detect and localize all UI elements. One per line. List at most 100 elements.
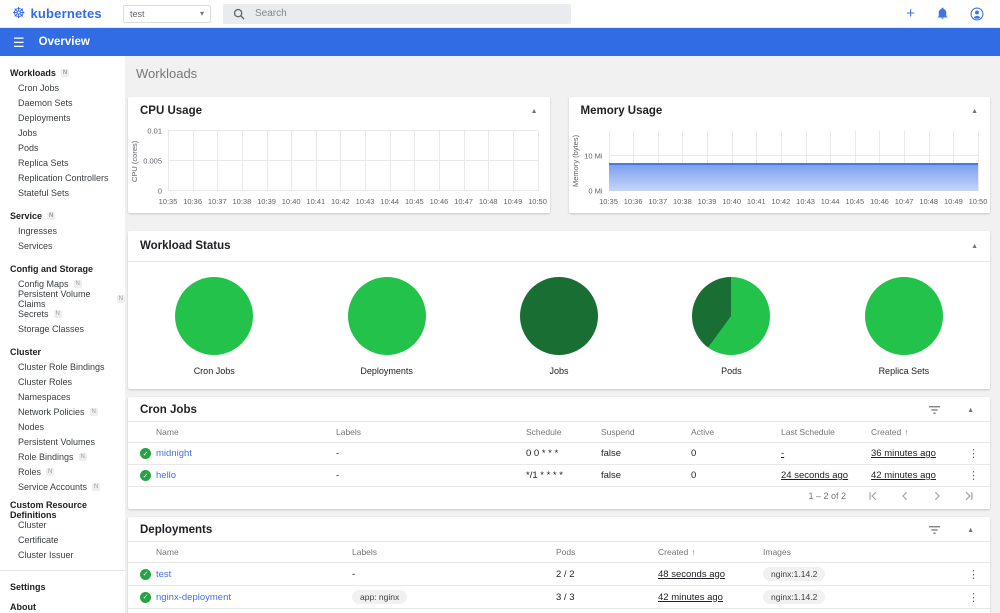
- sidebar-item-label: Cluster: [18, 519, 47, 530]
- x-tick-label: 10:36: [623, 197, 643, 206]
- namespaced-badge: N: [78, 452, 87, 461]
- sidebar-item-label: Network Policies: [18, 406, 85, 417]
- kubernetes-logo[interactable]: ☸ kubernetes: [12, 6, 123, 21]
- hamburger-menu-icon[interactable]: ☰: [13, 36, 25, 49]
- search-input[interactable]: [255, 8, 561, 19]
- x-tick-label: 10:39: [697, 197, 717, 206]
- namespaced-badge: N: [116, 294, 125, 303]
- sidebar-item-stateful-sets[interactable]: Stateful Sets: [0, 185, 125, 200]
- col-labels[interactable]: Labels: [352, 541, 556, 563]
- sidebar-section-config-and-storage[interactable]: Config and Storage: [0, 261, 125, 276]
- user-account-icon[interactable]: [970, 7, 984, 21]
- x-tick-label: 10:47: [894, 197, 914, 206]
- sidebar-item-daemon-sets[interactable]: Daemon Sets: [0, 95, 125, 110]
- deployments-table: Name Labels Pods Created ↑ Images ✓ test …: [128, 541, 990, 609]
- namespaced-badge: N: [92, 482, 101, 491]
- x-tick-label: 10:42: [771, 197, 791, 206]
- notifications-bell-icon[interactable]: [936, 7, 949, 20]
- collapse-caret-icon[interactable]: ▲: [967, 407, 974, 414]
- status-ok-icon: ✓: [140, 591, 151, 603]
- sidebar-item-settings[interactable]: Settings: [0, 577, 125, 597]
- col-suspend[interactable]: Suspend: [601, 421, 691, 443]
- status-ok-icon: ✓: [140, 470, 151, 482]
- col-created[interactable]: Created ↑: [871, 421, 961, 443]
- col-schedule[interactable]: Schedule: [526, 421, 601, 443]
- sidebar-item-cluster-roles[interactable]: Cluster Roles: [0, 374, 125, 389]
- row-menu-kebab-icon[interactable]: ⋮: [961, 562, 990, 586]
- sidebar-item-label: Persistent Volumes: [18, 436, 96, 447]
- sidebar-item-cluster-role-bindings[interactable]: Cluster Role Bindings: [0, 359, 125, 374]
- cronjob-created[interactable]: 42 minutes ago: [871, 470, 936, 481]
- sidebar-item-services[interactable]: Services: [0, 238, 125, 253]
- chart-gridline: [168, 160, 538, 161]
- x-tick-label: 10:35: [599, 197, 618, 206]
- sidebar-item-jobs[interactable]: Jobs: [0, 125, 125, 140]
- sidebar-item-cron-jobs[interactable]: Cron Jobs: [0, 80, 125, 95]
- sidebar-item-label: Certificate: [18, 534, 59, 545]
- sidebar-item-ingresses[interactable]: Ingresses: [0, 223, 125, 238]
- collapse-caret-icon[interactable]: ▲: [971, 108, 978, 115]
- sidebar-item-label: Jobs: [18, 127, 38, 138]
- col-active[interactable]: Active: [691, 421, 781, 443]
- deployment-name-link[interactable]: nginx-deployment: [156, 592, 231, 603]
- namespace-select[interactable]: test ▾: [123, 4, 211, 23]
- sidebar-item-deployments[interactable]: Deployments: [0, 110, 125, 125]
- sidebar-item-network-policies[interactable]: Network Policies N: [0, 404, 125, 419]
- sidebar-item-replication-controllers[interactable]: Replication Controllers: [0, 170, 125, 185]
- col-pods[interactable]: Pods: [556, 541, 658, 563]
- create-resource-button[interactable]: +: [906, 6, 915, 21]
- col-name[interactable]: Name: [156, 421, 336, 443]
- cronjob-name-link[interactable]: midnight: [156, 448, 192, 459]
- sidebar-item-roles[interactable]: Roles N: [0, 464, 125, 479]
- cronjob-last-schedule[interactable]: 24 seconds ago: [781, 470, 848, 481]
- filter-icon[interactable]: [928, 525, 941, 535]
- next-page-icon[interactable]: [932, 491, 942, 501]
- sidebar-item-cluster-issuer[interactable]: Cluster Issuer: [0, 547, 125, 562]
- collapse-caret-icon[interactable]: ▲: [967, 527, 974, 534]
- sidebar-item-replica-sets[interactable]: Replica Sets: [0, 155, 125, 170]
- col-last-schedule[interactable]: Last Schedule: [781, 421, 871, 443]
- sidebar-item-about[interactable]: About: [0, 597, 125, 613]
- row-menu-kebab-icon[interactable]: ⋮: [961, 585, 990, 609]
- y-tick-label: 0.01: [147, 126, 162, 136]
- y-tick-label: 0: [157, 186, 162, 196]
- prev-page-icon[interactable]: [900, 491, 910, 501]
- cronjob-created[interactable]: 36 minutes ago: [871, 448, 936, 459]
- collapse-caret-icon[interactable]: ▲: [531, 108, 538, 115]
- row-menu-kebab-icon[interactable]: ⋮: [961, 442, 990, 465]
- sidebar-item-label: Cluster Issuer: [18, 549, 74, 560]
- col-labels[interactable]: Labels: [336, 421, 526, 443]
- collapse-caret-icon[interactable]: ▲: [971, 243, 978, 250]
- col-name[interactable]: Name: [156, 541, 352, 563]
- cronjob-name-link[interactable]: hello: [156, 470, 176, 481]
- deployment-created[interactable]: 42 minutes ago: [658, 592, 723, 603]
- sidebar-section-workloads[interactable]: Workloads N: [0, 65, 125, 80]
- sidebar-item-nodes[interactable]: Nodes: [0, 419, 125, 434]
- namespaced-badge: N: [46, 467, 55, 476]
- first-page-icon[interactable]: [868, 491, 878, 501]
- last-page-icon[interactable]: [964, 491, 974, 501]
- workload-status-title: Workload Status: [140, 240, 231, 252]
- sidebar-item-namespaces[interactable]: Namespaces: [0, 389, 125, 404]
- row-menu-kebab-icon[interactable]: ⋮: [961, 464, 990, 487]
- sidebar-section-cluster[interactable]: Cluster: [0, 344, 125, 359]
- sidebar-item-pods[interactable]: Pods: [0, 140, 125, 155]
- sidebar-item-persistent-volume-claims[interactable]: Persistent Volume Claims N: [0, 288, 125, 309]
- x-tick-label: 10:45: [404, 197, 424, 206]
- deployment-created[interactable]: 48 seconds ago: [658, 569, 725, 580]
- col-created[interactable]: Created ↑: [658, 541, 763, 563]
- sidebar-item-persistent-volumes[interactable]: Persistent Volumes: [0, 434, 125, 449]
- sidebar-section-service[interactable]: Service N: [0, 208, 125, 223]
- sidebar-item-storage-classes[interactable]: Storage Classes: [0, 321, 125, 336]
- sidebar-item-service-accounts[interactable]: Service Accounts N: [0, 479, 125, 494]
- sidebar-item-label: Persistent Volume Claims: [18, 288, 91, 309]
- sidebar-item-role-bindings[interactable]: Role Bindings N: [0, 449, 125, 464]
- appbar-title: Overview: [38, 36, 90, 48]
- sidebar-section-custom-resource-definitions[interactable]: Custom Resource Definitions: [0, 500, 125, 520]
- cronjob-last-schedule[interactable]: -: [781, 448, 784, 459]
- workload-pie-label: Jobs: [549, 365, 569, 376]
- col-images[interactable]: Images: [763, 541, 961, 563]
- deployment-name-link[interactable]: test: [156, 569, 171, 580]
- sidebar-item-certificate[interactable]: Certificate: [0, 532, 125, 547]
- filter-icon[interactable]: [928, 405, 941, 415]
